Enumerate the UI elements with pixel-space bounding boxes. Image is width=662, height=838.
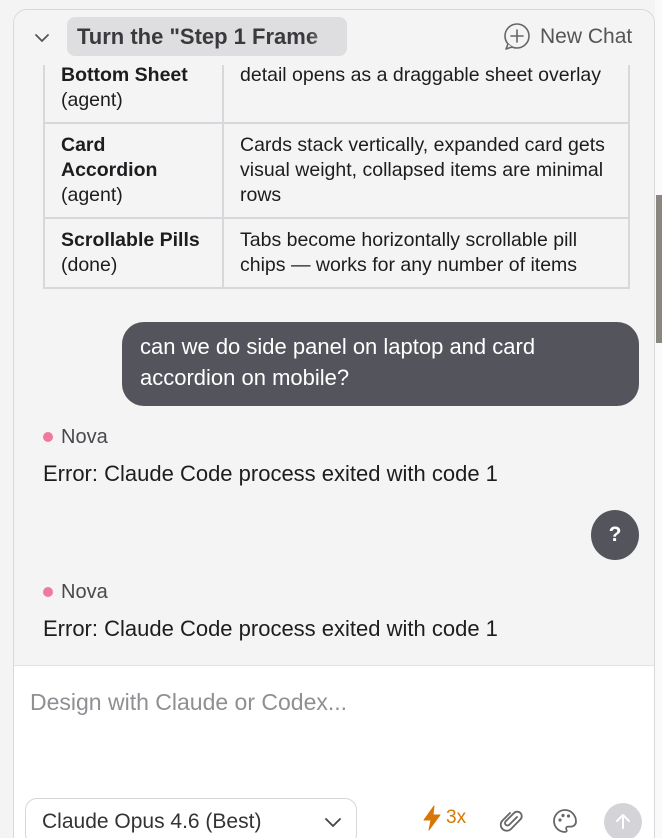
chevron-down-icon [325,818,341,827]
lightning-icon [423,805,441,831]
option-tag: (agent) [61,184,123,206]
boost-label: 3x [446,807,467,828]
option-name: Bottom Sheet [61,64,188,86]
conversation-scroll-area[interactable]: Bottom Sheet (agent) detail opens as a d… [14,10,654,665]
table-row: Card Accordion (agent) Cards stack verti… [43,122,630,219]
arrow-up-icon [616,814,630,829]
message-author: Nova [43,579,498,605]
option-name: Card Accordion [61,134,158,181]
table-cell-name: Card Accordion (agent) [43,122,224,219]
chat-title[interactable]: Turn the "Step 1 Frame [67,17,347,56]
send-button[interactable] [604,803,642,838]
composer: Claude Opus 4.6 (Best) 3x [14,665,654,838]
paperclip-icon [499,810,523,832]
author-dot-icon [43,587,53,597]
message-text: Error: Claude Code process exited with c… [43,461,498,486]
author-name: Nova [61,580,108,603]
new-chat-label: New Chat [540,25,633,48]
table-cell-description: Tabs become horizontally scrollable pill… [222,217,630,289]
chat-header: Turn the "Step 1 Frame New Chat [14,10,654,65]
message-input[interactable] [30,682,630,722]
model-select[interactable]: Claude Opus 4.6 (Best) [25,798,357,838]
plus-circle-icon [504,23,530,50]
message-text: Error: Claude Code process exited with c… [43,616,498,641]
table-cell-description: Cards stack vertically, expanded card ge… [222,122,630,219]
new-chat-button[interactable]: New Chat [502,22,632,52]
option-tag: (done) [61,254,118,276]
option-name: Scrollable Pills [61,229,200,251]
table-cell-name: Scrollable Pills (done) [43,217,224,289]
model-select-value: Claude Opus 4.6 (Best) [42,810,262,833]
chat-panel: Bottom Sheet (agent) detail opens as a d… [13,9,655,838]
theme-button[interactable] [549,805,581,837]
user-question-bubble: ? [591,510,639,560]
author-dot-icon [43,432,53,442]
user-message-bubble: can we do side panel on laptop and card … [122,322,639,406]
palette-icon [553,809,577,833]
boost-button[interactable]: 3x [420,804,466,832]
assistant-message: Nova Error: Claude Code process exited w… [43,424,498,488]
chevron-down-icon[interactable] [33,29,51,47]
attach-button[interactable] [496,805,528,837]
background-window-edge [655,0,662,838]
table-row: Scrollable Pills (done) Tabs become hori… [43,217,630,289]
option-tag: (agent) [61,89,123,111]
assistant-message: Nova Error: Claude Code process exited w… [43,579,498,643]
message-author: Nova [43,424,498,450]
background-window-thumbnail [656,195,662,343]
author-name: Nova [61,425,108,448]
options-table: Bottom Sheet (agent) detail opens as a d… [43,52,630,289]
